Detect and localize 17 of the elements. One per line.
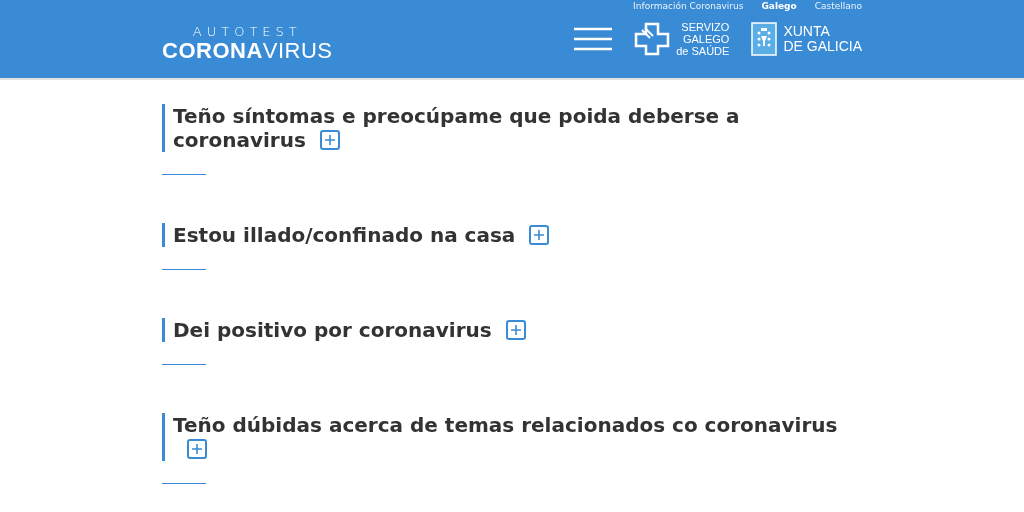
partner-logo-text: SERVIZO GALEGO de SAÚDE [676,21,730,57]
partner-logo-text: XUNTA DE GALICIA [783,24,862,54]
shield-icon [751,22,778,56]
header-link[interactable]: Castellano [814,1,862,13]
section-heading: Estou illado/confinado na casa [162,223,862,247]
section-heading: Teño dúbidas acerca de temas relacionados co coronavirus [162,413,862,461]
plus-icon[interactable] [187,439,207,459]
plus-icon[interactable] [529,225,550,245]
header-link[interactable]: Información Coronavirus [633,1,744,13]
plus-icon[interactable] [505,320,526,340]
header-link[interactable]: Galego [761,1,797,13]
section-heading: Dei positivo por coronavirus [162,318,862,342]
logo[interactable]: AUTOTEST CORONAVIRUS [162,0,333,78]
section-heading: Teño síntomas e preocúpame que poida deberse a coronavirus [162,104,862,152]
cross-icon [634,22,671,56]
plus-icon[interactable] [319,130,340,150]
menu-icon[interactable] [574,27,613,51]
